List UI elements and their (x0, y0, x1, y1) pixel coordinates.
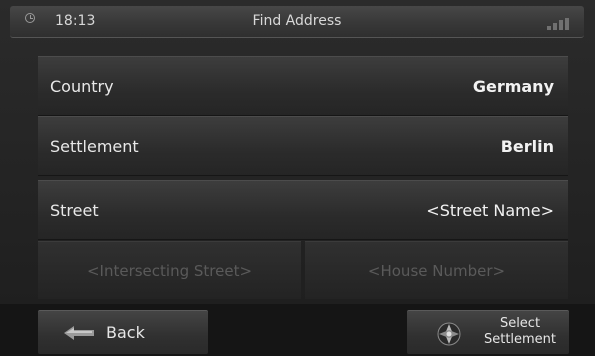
street-value: <Street Name> (426, 201, 554, 220)
signal-icon (547, 18, 571, 30)
compass-icon (437, 322, 461, 346)
status-bar: 18:13 Find Address (10, 6, 584, 38)
settlement-value: Berlin (500, 137, 554, 156)
country-row[interactable]: Country Germany (38, 56, 568, 116)
settlement-row[interactable]: Settlement Berlin (38, 116, 568, 176)
house-number-button[interactable]: <House Number> (305, 241, 568, 299)
intersecting-street-button[interactable]: <Intersecting Street> (38, 241, 301, 299)
bottom-bar: Back Select Settlement (0, 304, 595, 356)
back-button[interactable]: Back (38, 310, 208, 354)
settlement-label: Settlement (50, 137, 139, 156)
street-row[interactable]: Street <Street Name> (38, 180, 568, 240)
intersecting-street-placeholder: <Intersecting Street> (86, 262, 253, 280)
country-value: Germany (472, 77, 554, 96)
select-label-line2: Settlement (483, 332, 557, 347)
country-label: Country (50, 77, 114, 96)
page-title: Find Address (252, 13, 342, 29)
back-arrow-icon (64, 326, 94, 340)
select-label-line1: Select (499, 316, 541, 331)
select-settlement-label: Select Settlement (483, 316, 557, 348)
house-number-placeholder: <House Number> (367, 262, 506, 280)
street-label: Street (50, 201, 99, 220)
screen: 18:13 Find Address Country Germany Settl… (0, 0, 595, 356)
select-settlement-button[interactable]: Select Settlement (407, 310, 569, 354)
back-label: Back (106, 323, 145, 342)
